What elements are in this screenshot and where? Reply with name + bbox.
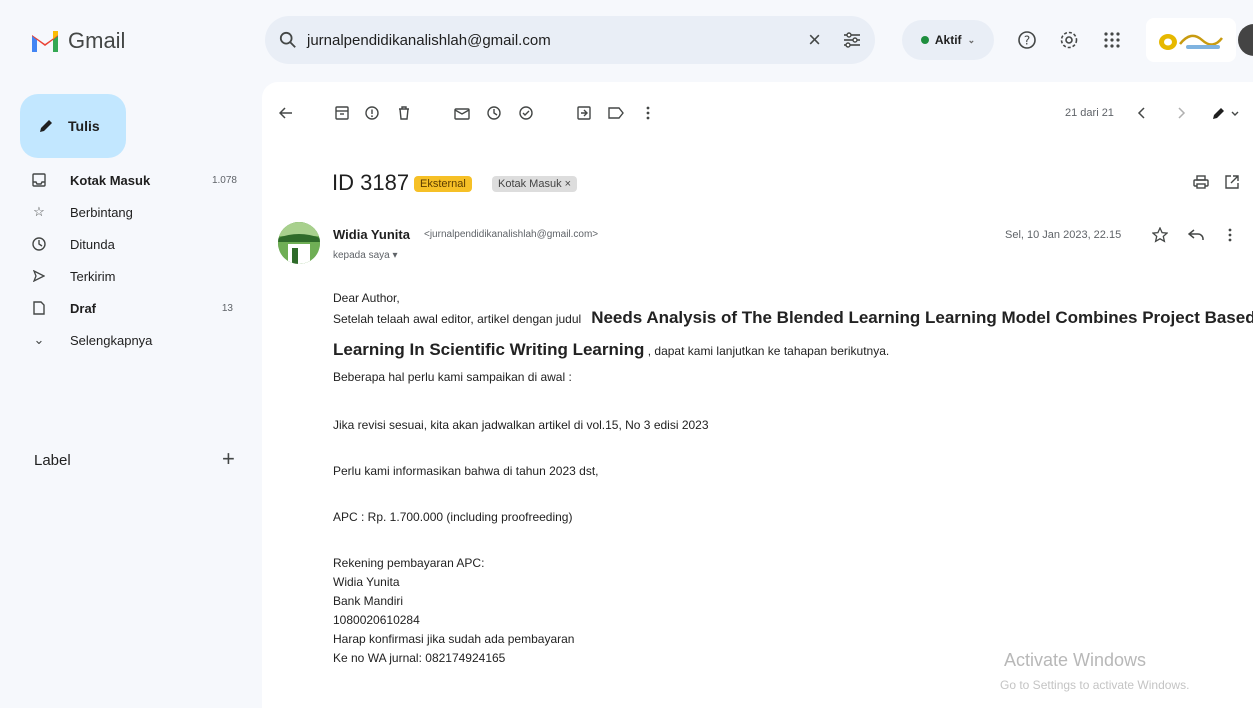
- pencil-icon: [40, 120, 52, 132]
- windows-activation-title: Activate Windows: [1004, 650, 1147, 670]
- star-icon: ☆: [33, 204, 45, 219]
- gmail-m-icon: [32, 31, 58, 52]
- inbox-icon: [30, 173, 48, 187]
- search-icon[interactable]: [279, 31, 297, 49]
- sidebar-item-count: 1.078: [211, 174, 237, 186]
- sidebar-item-more[interactable]: ⌄ Selengkapnya: [20, 324, 245, 356]
- sidebar-item-sent[interactable]: Terkirim: [20, 260, 245, 292]
- compose-label: Tulis: [68, 118, 100, 134]
- label-tag-icon[interactable]: [606, 103, 626, 123]
- inbox-label-chip[interactable]: Kotak Masuk ×: [492, 176, 578, 192]
- move-to-icon[interactable]: [574, 103, 594, 123]
- chevron-right-icon[interactable]: [1172, 103, 1192, 123]
- article-title: Needs Analysis of The Blended Learning L…: [591, 308, 1253, 327]
- sidebar-item-label: Berbintang: [70, 204, 133, 220]
- body-line: Widia Yunita: [333, 575, 400, 589]
- print-icon[interactable]: [1191, 172, 1211, 192]
- gmail-logo[interactable]: Gmail: [30, 28, 125, 54]
- labels-heading: Label: [34, 452, 71, 469]
- sender-avatar: [278, 222, 320, 264]
- star-icon[interactable]: [1150, 225, 1170, 245]
- apps-grid-icon[interactable]: [1100, 28, 1124, 52]
- send-icon: [30, 270, 48, 282]
- body-line: Rekening pembayaran APC:: [333, 556, 485, 570]
- body-paragraph-1: Setelah telaah awal editor, artikel deng…: [333, 308, 1253, 328]
- chevron-down-icon: ⌄: [967, 34, 976, 45]
- workspace-logo-icon: [1159, 34, 1223, 50]
- body-line: Harap konfirmasi jika sudah ada pembayar…: [333, 632, 575, 646]
- search-bar[interactable]: jurnalpendidikanalishlah@gmail.com ×: [265, 16, 875, 64]
- sidebar-item-label: Draf: [70, 300, 97, 316]
- body-line: APC : Rp. 1.700.000 (including proofreed…: [333, 510, 573, 524]
- sidebar-item-label: Terkirim: [70, 268, 116, 284]
- body-line: 1080020610284: [333, 613, 420, 627]
- sidebar-item-drafts[interactable]: Draf 13: [20, 292, 245, 324]
- body-line: Perlu kami informasikan bahwa di tahun 2…: [333, 464, 599, 478]
- status-selector[interactable]: Aktif ⌄: [902, 20, 994, 60]
- chevron-left-icon[interactable]: [1131, 103, 1151, 123]
- open-new-window-icon[interactable]: [1222, 172, 1242, 192]
- add-label-icon[interactable]: +: [222, 446, 235, 472]
- settings-gear-icon[interactable]: [1057, 28, 1081, 52]
- app-name: Gmail: [68, 28, 126, 53]
- search-input[interactable]: jurnalpendidikanalishlah@gmail.com: [307, 32, 808, 49]
- body-line: Jika revisi sesuai, kita akan jadwalkan …: [333, 418, 709, 432]
- snooze-clock-icon[interactable]: [484, 103, 504, 123]
- add-task-icon[interactable]: [516, 103, 536, 123]
- pagination-count: 21 dari 21: [1065, 107, 1114, 119]
- external-badge: Eksternal: [414, 176, 472, 192]
- mark-unread-icon[interactable]: [452, 103, 472, 123]
- sidebar-item-label: Selengkapnya: [70, 332, 153, 348]
- delete-trash-icon[interactable]: [394, 103, 414, 123]
- email-subject: ID 3187: [332, 170, 410, 195]
- more-vertical-icon[interactable]: [1220, 225, 1240, 245]
- sidebar-item-label: Ditunda: [70, 236, 115, 252]
- body-line: Bank Mandiri: [333, 594, 404, 608]
- status-dot: [920, 36, 929, 44]
- sidebar-item-starred[interactable]: ☆ Berbintang: [20, 196, 245, 228]
- filter-options-icon[interactable]: [843, 32, 861, 48]
- report-spam-icon[interactable]: [362, 103, 382, 123]
- help-icon[interactable]: ?: [1015, 28, 1039, 52]
- clock-icon: [30, 237, 48, 251]
- status-label: Aktif: [934, 33, 962, 47]
- draft-file-icon: [30, 301, 48, 315]
- sidebar-item-inbox[interactable]: Kotak Masuk 1.078: [20, 164, 245, 196]
- workspace-logo[interactable]: [1146, 18, 1236, 62]
- article-title-cont: Learning In Scientific Writing Learning: [333, 340, 645, 359]
- email-date: Sel, 10 Jan 2023, 22.15: [1005, 229, 1122, 241]
- sidebar-item-snoozed[interactable]: Ditunda: [20, 228, 245, 260]
- sidebar-item-label: Kotak Masuk: [70, 172, 151, 188]
- sender-name[interactable]: Widia Yunita: [333, 227, 410, 242]
- body-text: , dapat kami lanjutkan ke tahapan beriku…: [647, 344, 890, 358]
- recipient-details[interactable]: kepada saya ▾: [333, 250, 398, 261]
- body-paragraph-1-cont: Learning In Scientific Writing Learning …: [333, 340, 889, 360]
- more-vertical-icon[interactable]: [638, 103, 658, 123]
- svg-text:?: ?: [1024, 34, 1030, 48]
- windows-activation-subtitle: Go to Settings to activate Windows.: [1000, 678, 1190, 692]
- archive-icon[interactable]: [332, 103, 352, 123]
- account-avatar[interactable]: [1238, 24, 1253, 56]
- chevron-down-icon: ⌄: [33, 332, 45, 347]
- back-arrow-icon[interactable]: [276, 103, 296, 123]
- body-text: Setelah telaah awal editor, artikel deng…: [333, 312, 582, 326]
- body-greeting: Dear Author,: [333, 291, 400, 305]
- sender-email: <jurnalpendidikanalishlah@gmail.com>: [424, 229, 599, 240]
- compose-button[interactable]: Tulis: [20, 94, 126, 158]
- clear-search-icon[interactable]: ×: [808, 27, 821, 53]
- sidebar-item-count: 13: [221, 302, 233, 314]
- body-line: Ke no WA jurnal: 082174924165: [333, 651, 506, 665]
- reply-icon[interactable]: [1186, 225, 1206, 245]
- input-tools-pencil-icon[interactable]: [1208, 103, 1242, 123]
- body-line: Beberapa hal perlu kami sampaikan di awa…: [333, 370, 572, 384]
